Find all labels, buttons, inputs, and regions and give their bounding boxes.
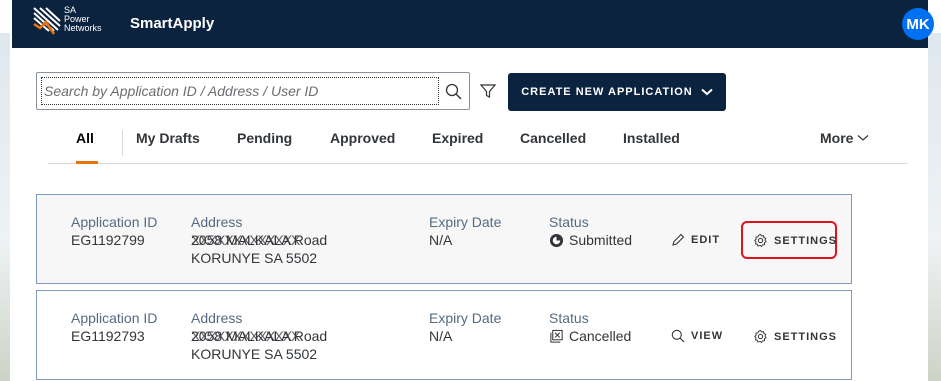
address-line-1: 2058 MALKALA Road XXXXXXXXXXXXX: [191, 231, 327, 249]
search-input[interactable]: [44, 83, 438, 99]
expiry-label: Expiry Date: [429, 214, 502, 230]
tab-my-drafts[interactable]: My Drafts: [136, 130, 200, 146]
settings-button[interactable]: SETTINGS: [753, 233, 837, 248]
application-id-value: EG1192793: [71, 328, 145, 344]
application-id-cell: Application ID EG1192799: [71, 213, 157, 249]
tab-installed[interactable]: Installed: [623, 130, 680, 146]
address-redaction: XXXXXXXXXXXXX: [191, 232, 300, 248]
logo-text: SA Power Networks: [64, 6, 102, 33]
settings-label: SETTINGS: [774, 234, 838, 247]
view-label: VIEW: [691, 330, 724, 342]
tab-more-label: More: [820, 130, 854, 146]
create-new-application-button[interactable]: CREATE NEW APPLICATION: [508, 73, 726, 111]
status-label: Status: [549, 310, 589, 326]
tab-pending[interactable]: Pending: [237, 130, 292, 146]
status-text: Cancelled: [569, 328, 632, 344]
search-icon: [671, 329, 685, 343]
status-value: Cancelled: [549, 327, 631, 345]
expiry-cell: Expiry Date N/A: [429, 309, 501, 345]
address-label: Address: [191, 214, 243, 230]
shell-header: SA Power Networks SmartApply MK: [12, 0, 934, 48]
view-button[interactable]: VIEW: [671, 329, 723, 343]
create-button-label: CREATE NEW APPLICATION: [521, 86, 693, 98]
logo-stripes-icon: [33, 7, 61, 35]
chevron-down-icon: [701, 88, 713, 96]
address-cell: Address 2058 MALKALA Road XXXXXXXXXXXXX …: [191, 213, 327, 267]
main-content: CREATE NEW APPLICATION All My Drafts Pen…: [12, 48, 928, 381]
filter-icon[interactable]: [480, 83, 496, 99]
search-focus-outline: [41, 77, 439, 105]
tab-cancelled[interactable]: Cancelled: [520, 130, 586, 146]
tab-all[interactable]: All: [76, 130, 94, 146]
logo-line-3: Networks: [64, 23, 102, 33]
expiry-value: N/A: [429, 328, 453, 344]
application-id-label: Application ID: [71, 214, 158, 230]
application-row[interactable]: Application ID EG1192793 Address 2058 MA…: [36, 290, 852, 380]
address-cell: Address 2058 MALKALA Road XXXXXXXXXXXXX …: [191, 309, 327, 363]
address-label: Address: [191, 310, 243, 326]
expiry-cell: Expiry Date N/A: [429, 213, 501, 249]
application-id-label: Application ID: [71, 310, 158, 326]
tab-selected-indicator: [76, 161, 98, 164]
tab-more[interactable]: More: [820, 130, 869, 146]
application-row[interactable]: Application ID EG1192799 Address 2058 MA…: [36, 194, 852, 284]
chevron-down-icon: [858, 135, 869, 141]
status-text: Submitted: [569, 232, 633, 248]
tab-expired[interactable]: Expired: [432, 130, 483, 146]
search-icon[interactable]: [445, 83, 463, 101]
search-field[interactable]: [36, 72, 470, 110]
app-title: SmartApply: [130, 15, 215, 32]
settings-label: SETTINGS: [774, 330, 838, 343]
tab-divider: [122, 130, 123, 156]
address-line-2: KORUNYE SA 5502: [191, 250, 318, 266]
edit-label: EDIT: [691, 234, 721, 246]
toolbar: CREATE NEW APPLICATION: [36, 72, 726, 112]
status-cell: Status Cancelled: [549, 309, 631, 345]
edit-button[interactable]: EDIT: [671, 233, 720, 247]
address-line-1: 2058 MALKALA Road XXXXXXXXXXXXX: [191, 327, 327, 345]
gear-icon: [754, 329, 767, 344]
settings-button[interactable]: SETTINGS: [753, 329, 837, 344]
address-redaction: XXXXXXXXXXXXX: [191, 328, 300, 344]
background-left: [0, 33, 10, 381]
status-value: Submitted: [549, 231, 632, 249]
pencil-icon: [672, 233, 685, 246]
address-line-2: KORUNYE SA 5502: [191, 346, 318, 362]
application-id-cell: Application ID EG1192793: [71, 309, 157, 345]
submitted-status-icon: [549, 233, 564, 247]
expiry-label: Expiry Date: [429, 310, 502, 326]
status-tabs: All My Drafts Pending Approved Expired C…: [48, 124, 908, 164]
application-id-value: EG1192799: [71, 232, 145, 248]
company-logo: SA Power Networks: [32, 6, 127, 42]
status-cell: Status Submitted: [549, 213, 632, 249]
expiry-value: N/A: [429, 232, 453, 248]
tab-approved[interactable]: Approved: [330, 130, 395, 146]
user-avatar[interactable]: MK: [902, 8, 934, 40]
status-label: Status: [549, 214, 589, 230]
gear-icon: [754, 233, 767, 248]
cancelled-status-icon: [550, 329, 563, 343]
